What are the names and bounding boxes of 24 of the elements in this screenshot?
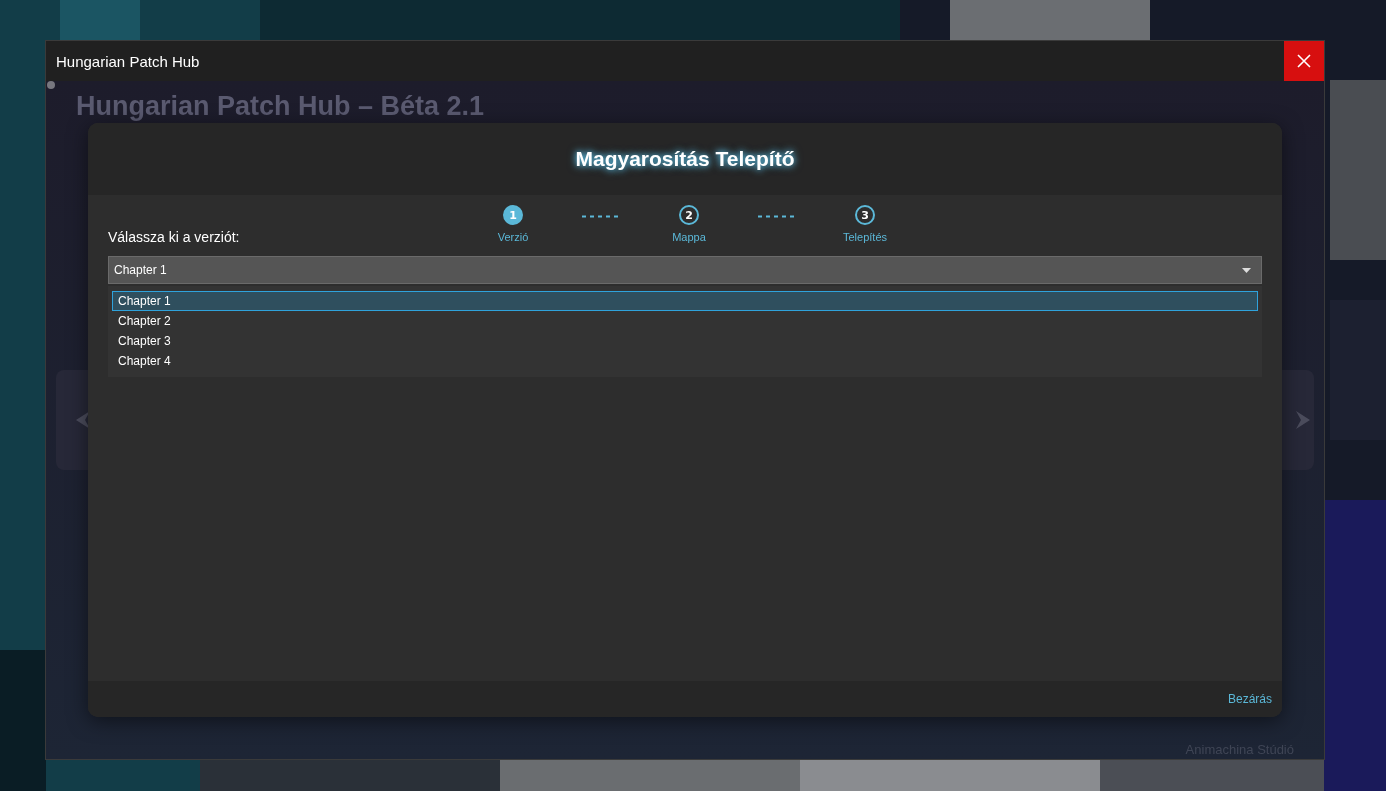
dot-icon bbox=[47, 81, 55, 89]
step-number: 1 bbox=[503, 205, 523, 225]
dialog-title: Magyarosítás Telepítő bbox=[575, 147, 795, 171]
chevron-right-icon bbox=[1296, 411, 1310, 429]
dropdown-option[interactable]: Chapter 4 bbox=[112, 351, 1258, 371]
version-prompt: Válassza ki a verziót: bbox=[108, 229, 240, 245]
app-heading: Hungarian Patch Hub – Béta 2.1 bbox=[76, 91, 485, 122]
dropdown-option[interactable]: Chapter 1 bbox=[112, 291, 1258, 311]
step-connector bbox=[758, 215, 796, 218]
window-title: Hungarian Patch Hub bbox=[56, 52, 200, 70]
step-label: Telepítés bbox=[843, 231, 887, 243]
close-button[interactable] bbox=[1284, 41, 1324, 81]
dropdown-option[interactable]: Chapter 2 bbox=[112, 311, 1258, 331]
caret-icon bbox=[1242, 267, 1251, 273]
step-label: Mappa bbox=[672, 231, 706, 243]
close-link[interactable]: Bezárás bbox=[1227, 692, 1272, 706]
chevron-left-icon bbox=[76, 411, 90, 429]
dropdown-option[interactable]: Chapter 3 bbox=[112, 331, 1258, 351]
step-connector bbox=[582, 215, 620, 218]
version-dropdown[interactable]: Chapter 1 bbox=[108, 256, 1262, 284]
step-number: 3 bbox=[855, 205, 875, 225]
step-number: 2 bbox=[679, 205, 699, 225]
step-label: Verzió bbox=[497, 231, 529, 243]
close-icon bbox=[1297, 54, 1311, 68]
